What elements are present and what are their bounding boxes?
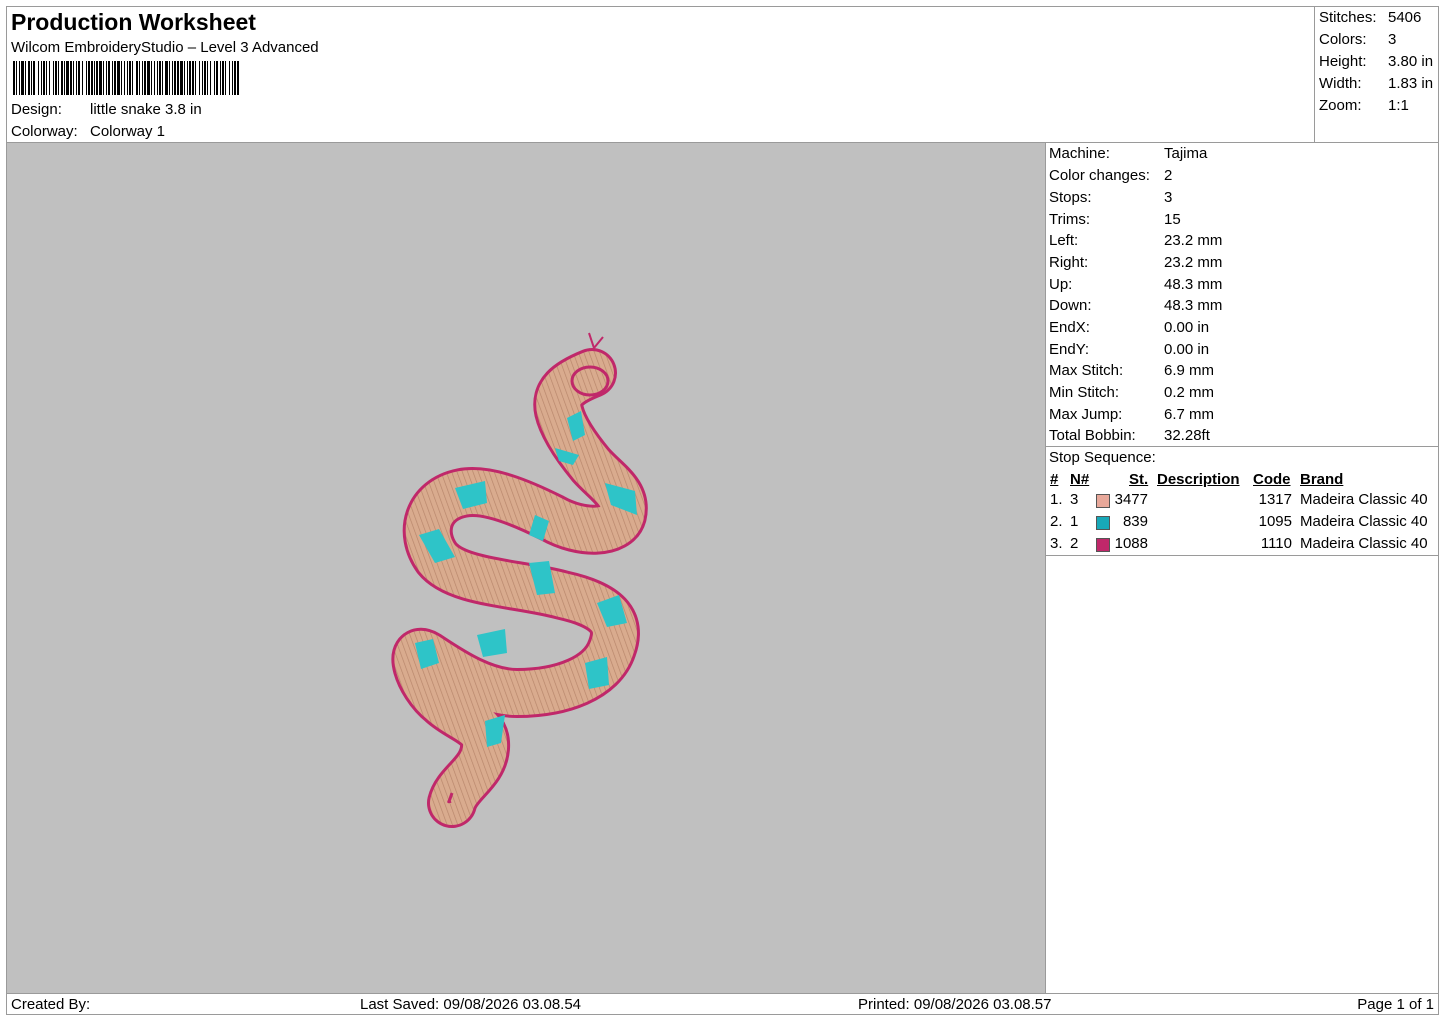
summary-row-colors: Colors: 3 bbox=[1319, 31, 1397, 48]
machine-row-max-jump: Max Jump: 6.7 mm bbox=[1049, 406, 1215, 423]
col-header-code: Code bbox=[1253, 471, 1291, 488]
col-header-st: St. bbox=[1129, 471, 1149, 488]
created-by: Created By: bbox=[11, 996, 91, 1013]
col-header-num: # bbox=[1050, 471, 1059, 488]
stop-row-2: 2. 1 839 1095 Madeira Classic 40 bbox=[1050, 513, 1428, 530]
snake-body bbox=[394, 351, 645, 825]
design-info: Design: little snake 3.8 in bbox=[11, 101, 202, 118]
machine-row-trims: Trims: 15 bbox=[1049, 211, 1181, 228]
machine-row-down: Down: 48.3 mm bbox=[1049, 297, 1223, 314]
barcode-bar bbox=[237, 61, 239, 95]
machine-row-max-stitch: Max Stitch: 6.9 mm bbox=[1049, 362, 1215, 379]
design-preview bbox=[6, 142, 1046, 994]
color-swatch bbox=[1096, 538, 1110, 552]
barcode bbox=[13, 61, 239, 95]
colorway-value: Colorway 1 bbox=[90, 123, 166, 140]
col-header-description: Description bbox=[1157, 471, 1240, 488]
stop-row-1: 1. 3 3477 1317 Madeira Classic 40 bbox=[1050, 491, 1428, 508]
software-name: Wilcom EmbroideryStudio – Level 3 Advanc… bbox=[11, 39, 319, 56]
stop-sequence-panel: Stop Sequence: # N# St. Description Code… bbox=[1045, 446, 1439, 556]
worksheet-footer: Created By: Last Saved: 09/08/2026 03.08… bbox=[6, 993, 1439, 1015]
col-header-brand: Brand bbox=[1300, 471, 1344, 488]
summary-row-height: Height: 3.80 in bbox=[1319, 53, 1434, 70]
colorway-label: Colorway: bbox=[11, 123, 78, 140]
page-title: Production Worksheet bbox=[11, 9, 256, 35]
snake-embroidery-image bbox=[391, 332, 648, 828]
colorway-info: Colorway: Colorway 1 bbox=[11, 123, 165, 140]
notes-panel bbox=[1045, 555, 1439, 994]
machine-info-panel: Machine: Tajima Color changes: 2 Stops: 3 T… bbox=[1045, 142, 1439, 447]
snake-head bbox=[570, 365, 610, 397]
printed-date: Printed: 09/08/2026 03.08.57 bbox=[858, 996, 1052, 1013]
design-label: Design: bbox=[11, 101, 62, 118]
page-number: Page 1 of 1 bbox=[1357, 996, 1434, 1013]
machine-row-endx: EndX: 0.00 in bbox=[1049, 319, 1210, 336]
machine-row-machine: Machine: Tajima bbox=[1049, 145, 1208, 162]
col-header-n: N# bbox=[1070, 471, 1090, 488]
design-summary: Stitches: 5406 Colors: 3 Height: 3.80 in Wi… bbox=[1314, 6, 1439, 143]
machine-row-right: Right: 23.2 mm bbox=[1049, 254, 1223, 271]
machine-row-color-changes: Color changes: 2 bbox=[1049, 167, 1173, 184]
worksheet-header: Production Worksheet Wilcom EmbroiderySt… bbox=[6, 6, 1315, 143]
machine-row-total-bobbin: Total Bobbin: 32.28ft bbox=[1049, 427, 1210, 444]
summary-row-width: Width: 1.83 in bbox=[1319, 75, 1434, 92]
stop-row-3: 3. 2 1088 1110 Madeira Classic 40 bbox=[1050, 535, 1428, 552]
machine-row-min-stitch: Min Stitch: 0.2 mm bbox=[1049, 384, 1215, 401]
machine-row-left: Left: 23.2 mm bbox=[1049, 232, 1223, 249]
color-swatch bbox=[1096, 494, 1110, 508]
stop-sequence-label: Stop Sequence: bbox=[1049, 449, 1156, 466]
summary-row-zoom: Zoom: 1:1 bbox=[1319, 97, 1409, 114]
design-value: little snake 3.8 in bbox=[90, 101, 202, 118]
machine-row-endy: EndY: 0.00 in bbox=[1049, 341, 1210, 358]
machine-row-up: Up: 48.3 mm bbox=[1049, 276, 1223, 293]
last-saved: Last Saved: 09/08/2026 03.08.54 bbox=[360, 996, 582, 1013]
machine-row-stops: Stops: 3 bbox=[1049, 189, 1173, 206]
color-swatch bbox=[1096, 516, 1110, 530]
summary-row-stitches: Stitches: 5406 bbox=[1319, 9, 1422, 26]
